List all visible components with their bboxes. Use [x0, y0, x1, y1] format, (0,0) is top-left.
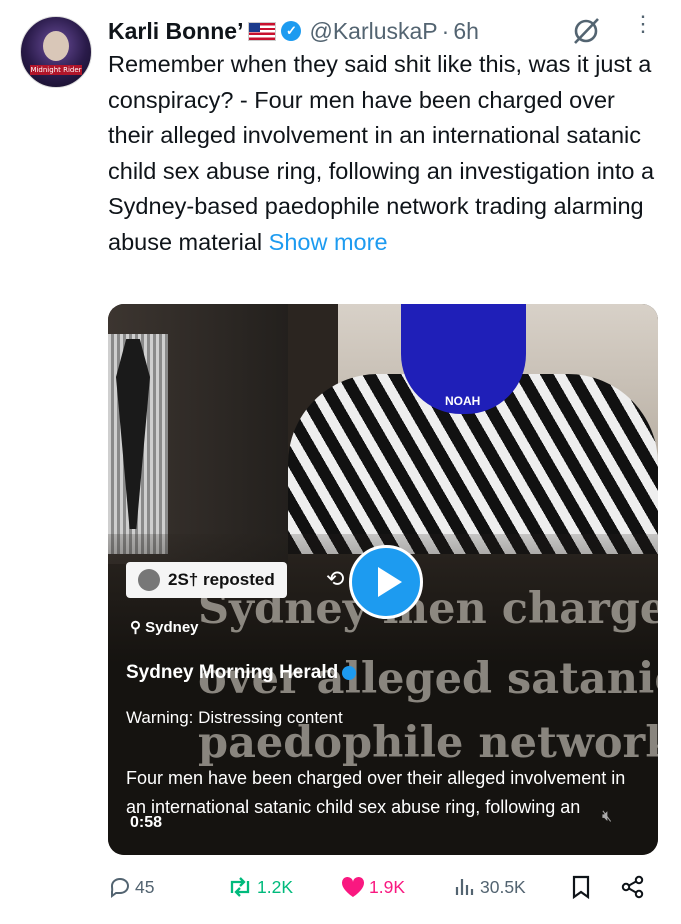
- publisher-name: Sydney Morning Herald: [126, 662, 339, 683]
- more-options-icon[interactable]: ⋮: [632, 13, 654, 44]
- hood-text: NOAH: [445, 394, 481, 408]
- content-warning: Warning: Distressing content: [126, 708, 343, 727]
- show-more-link[interactable]: Show more: [269, 229, 388, 255]
- timestamp[interactable]: 6h: [453, 18, 479, 45]
- share-icon: [621, 875, 644, 899]
- bookmark-button[interactable]: [570, 872, 595, 902]
- reply-count: 45: [135, 876, 155, 897]
- us-flag-icon: [248, 21, 277, 41]
- publisher-verified-icon: [342, 665, 357, 680]
- verified-badge-icon: ✓: [281, 21, 302, 41]
- publisher: Sydney Morning Herald: [126, 662, 357, 684]
- repost-banner: 2S† reposted: [126, 562, 287, 598]
- heart-icon: [341, 876, 365, 897]
- blue-hood: NOAH: [401, 304, 526, 414]
- background-person: [108, 304, 288, 564]
- separator: ·: [441, 17, 450, 44]
- avatar[interactable]: Midnight Rider: [20, 16, 92, 88]
- location-label: Sydney: [145, 619, 199, 636]
- mute-icon[interactable]: 🔇︎: [602, 808, 612, 826]
- views-icon: [455, 879, 474, 895]
- repost-overlay-icon: ⟲: [326, 566, 345, 591]
- repost-button[interactable]: 1.2K: [226, 872, 293, 902]
- view-count: 30.5K: [480, 876, 526, 897]
- share-button[interactable]: [620, 872, 649, 902]
- reply-icon: [110, 877, 130, 898]
- bookmark-icon: [572, 875, 590, 900]
- repost-avatar: [138, 569, 160, 591]
- tweet-body: Remember when they said shit like this, …: [108, 51, 655, 255]
- tweet-text: Remember when they said shit like this, …: [108, 47, 663, 260]
- location-tag: ⚲ Sydney: [130, 619, 199, 636]
- like-count: 1.9K: [369, 876, 405, 897]
- display-name[interactable]: Karli Bonne’: [108, 18, 243, 45]
- repost-count: 1.2K: [257, 876, 293, 897]
- views-button[interactable]: 30.5K: [453, 872, 526, 902]
- avatar-label: Midnight Rider: [30, 65, 82, 75]
- repost-label: 2S† reposted: [168, 570, 275, 589]
- play-button[interactable]: [349, 545, 423, 619]
- repost-icon: [230, 877, 250, 897]
- grok-icon[interactable]: [571, 16, 601, 46]
- video-player[interactable]: NOAH Sydney men charged over alleged sat…: [108, 304, 658, 855]
- reply-button[interactable]: 45: [108, 872, 154, 902]
- video-timer: 0:58: [130, 814, 163, 831]
- avatar-face: [43, 31, 69, 61]
- action-bar: 45 1.2K 1.9K 30.5K: [108, 872, 658, 902]
- video-description: Four men have been charged over their al…: [126, 768, 626, 817]
- like-button[interactable]: 1.9K: [340, 872, 405, 902]
- handle[interactable]: @KarluskaP: [309, 18, 437, 45]
